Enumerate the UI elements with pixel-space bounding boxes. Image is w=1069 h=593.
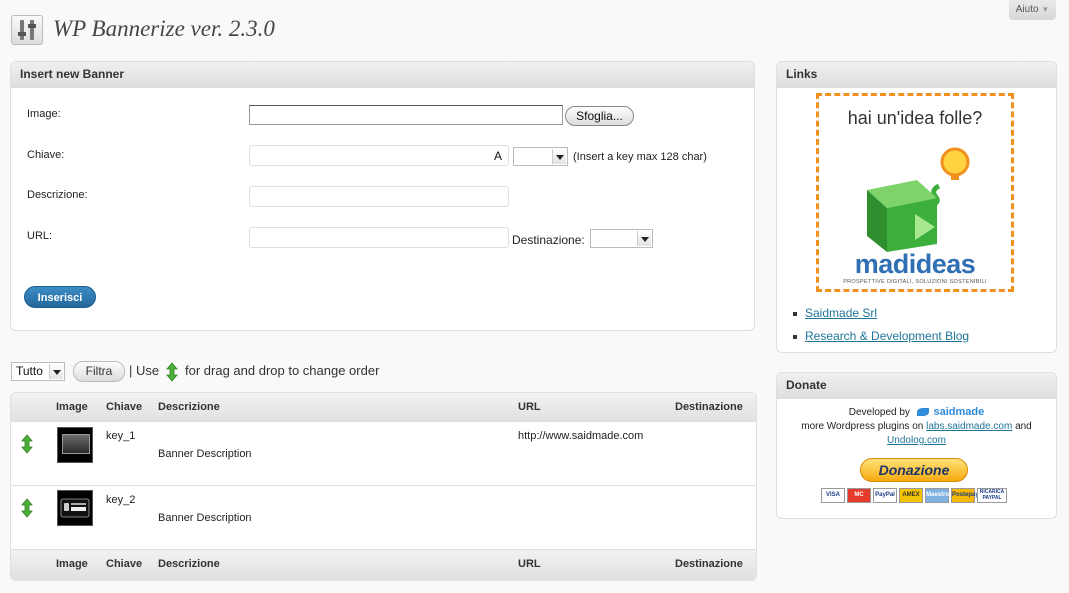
- url-field[interactable]: [249, 227, 509, 248]
- drag-arrows-icon: [166, 362, 178, 385]
- insert-banner-heading: Insert new Banner: [11, 62, 754, 88]
- filter-bar: Tutto Filtra | Use for drag and drop to …: [11, 361, 756, 383]
- table-footer: Image Chiave Descrizione URL Destinazion…: [11, 550, 756, 580]
- dropdown-arrow-icon: [552, 149, 566, 164]
- links-panel: Links hai un'idea folle? madideas PROSPE…: [776, 61, 1057, 353]
- undolog-link[interactable]: Undolog.com: [887, 435, 946, 446]
- app-store-badge-thumbnail: [57, 490, 93, 526]
- row-description: Banner Description: [158, 512, 252, 524]
- column-header-url: URL: [518, 401, 541, 413]
- instruction-prefix: | Use: [129, 363, 160, 378]
- links-heading: Links: [777, 62, 1056, 88]
- key-hint: (Insert a key max 128 char): [573, 151, 707, 163]
- list-item: Research & Development Blog: [793, 329, 969, 352]
- column-header-image: Image: [56, 401, 88, 413]
- banner-brand: madideas: [854, 249, 976, 279]
- row-url: http://www.saidmade.com: [518, 430, 644, 442]
- links-list: Saidmade Srl Research & Development Blog: [793, 306, 969, 352]
- filter-button[interactable]: Filtra: [73, 361, 125, 382]
- donate-panel: Donate Developed by saidmade more Wordpr…: [776, 372, 1057, 519]
- image-label: Image:: [27, 108, 61, 120]
- destination-label: Destinazione:: [512, 233, 585, 247]
- column-header-description: Descrizione: [158, 401, 220, 413]
- table-row[interactable]: key_2 Banner Description: [11, 486, 756, 550]
- dropdown-arrow-icon: [637, 231, 651, 246]
- video-thumbnail: [57, 427, 93, 463]
- table-row[interactable]: key_1 Banner Description http://www.said…: [11, 422, 756, 486]
- description-label: Descrizione:: [27, 189, 88, 201]
- settings-tools-icon: [11, 15, 43, 45]
- page-title: WP Bannerize ver. 2.3.0: [53, 16, 275, 41]
- developed-by-line: Developed by saidmade: [777, 406, 1056, 418]
- url-label: URL:: [27, 230, 53, 242]
- insert-banner-panel: Insert new Banner Image: Sfoglia... Chia…: [10, 61, 755, 331]
- drag-handle-icon[interactable]: [21, 498, 33, 521]
- help-tab[interactable]: Aiuto ▼: [1009, 0, 1056, 20]
- column-footer-url: URL: [518, 558, 541, 570]
- banner-tagline: hai un'idea folle?: [847, 108, 983, 128]
- maestro-card-icon: Maestro: [925, 488, 949, 503]
- column-footer-description: Descrizione: [158, 558, 220, 570]
- column-footer-key: Chiave: [106, 558, 143, 570]
- postepay-card-icon: Postepay: [951, 488, 979, 503]
- list-item: Saidmade Srl: [793, 306, 969, 329]
- row-description: Banner Description: [158, 448, 252, 460]
- madideas-banner[interactable]: hai un'idea folle? madideas PROSPETTIVE …: [816, 93, 1014, 292]
- key-field[interactable]: A: [249, 145, 509, 166]
- destination-select[interactable]: [590, 229, 653, 248]
- filter-select-value: Tutto: [16, 364, 43, 378]
- developed-by-text: Developed by: [848, 407, 910, 418]
- chevron-down-icon: ▼: [1041, 5, 1050, 14]
- row-key: key_1: [106, 430, 136, 442]
- instruction-suffix: for drag and drop to change order: [185, 363, 380, 378]
- insert-button[interactable]: Inserisci: [24, 286, 96, 308]
- saidmade-brand: saidmade: [933, 406, 985, 418]
- green-box-lightbulb-icon: [867, 147, 970, 252]
- banner-slogan: PROSPETTIVE DIGITALI, SOLUZIONI SOSTENIB…: [843, 279, 987, 285]
- column-header-destination: Destinazione: [675, 401, 743, 413]
- key-label: Chiave:: [27, 149, 65, 161]
- dropdown-arrow-icon: [49, 364, 63, 379]
- help-tab-label: Aiuto: [1015, 4, 1039, 15]
- image-file-input[interactable]: [249, 105, 563, 125]
- row-key: key_2: [106, 494, 136, 506]
- description-field[interactable]: [249, 186, 509, 207]
- amex-card-icon: AMEX: [899, 488, 923, 503]
- link-saidmade[interactable]: Saidmade Srl: [805, 306, 877, 320]
- column-footer-image: Image: [56, 558, 88, 570]
- undolog-line: Undolog.com: [777, 435, 1056, 446]
- visa-card-icon: VISA: [821, 488, 845, 503]
- and-text: and: [1015, 421, 1032, 432]
- key-field-indicator: A: [493, 149, 502, 163]
- drag-handle-icon[interactable]: [21, 434, 33, 457]
- browse-button[interactable]: Sfoglia...: [565, 106, 634, 126]
- link-rd-blog[interactable]: Research & Development Blog: [805, 329, 969, 343]
- mastercard-icon: MC: [847, 488, 871, 503]
- paypal-card-icon: PayPal: [873, 488, 897, 503]
- filter-select[interactable]: Tutto: [11, 362, 65, 381]
- table-header: Image Chiave Descrizione URL Destinazion…: [11, 393, 756, 422]
- more-plugins-text: more Wordpress plugins on: [801, 421, 924, 432]
- column-header-key: Chiave: [106, 401, 143, 413]
- saidmade-logo-icon: [916, 408, 929, 417]
- labs-saidmade-link[interactable]: labs.saidmade.com: [926, 421, 1012, 432]
- donate-button[interactable]: Donazione: [860, 458, 968, 482]
- donate-heading: Donate: [777, 373, 1056, 399]
- key-select[interactable]: [513, 147, 568, 166]
- plugins-line: more Wordpress plugins on labs.saidmade.…: [777, 421, 1056, 432]
- banners-table: Image Chiave Descrizione URL Destinazion…: [10, 392, 757, 581]
- ricarica-paypal-icon: RICARICA PAYPAL: [977, 488, 1007, 503]
- column-footer-destination: Destinazione: [675, 558, 743, 570]
